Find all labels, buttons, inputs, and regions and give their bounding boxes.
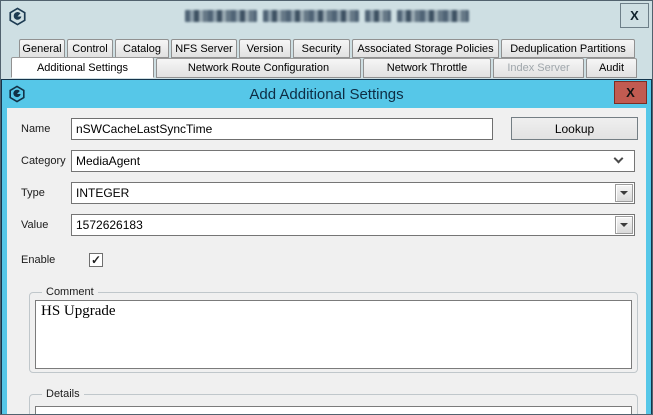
details-textarea[interactable] bbox=[35, 406, 632, 415]
enable-checkbox[interactable]: ✓ bbox=[89, 253, 103, 267]
name-row: Name Lookup bbox=[21, 117, 635, 140]
category-row: Category bbox=[21, 149, 635, 172]
category-label: Category bbox=[21, 155, 71, 167]
name-input[interactable] bbox=[71, 118, 493, 140]
chevron-down-icon[interactable] bbox=[614, 154, 624, 164]
window-title-redacted bbox=[1, 10, 652, 22]
value-combobox[interactable] bbox=[71, 214, 635, 236]
details-groupbox: Details bbox=[29, 394, 638, 415]
value-label: Value bbox=[21, 219, 71, 231]
enable-row: Enable ✓ bbox=[21, 248, 635, 271]
dialog-titlebar: Add Additional Settings X bbox=[2, 80, 651, 108]
tab-network-route-configuration[interactable]: Network Route Configuration bbox=[156, 58, 361, 78]
tab-index-server: Index Server bbox=[493, 58, 584, 78]
tab-security[interactable]: Security bbox=[293, 39, 350, 58]
name-label: Name bbox=[21, 123, 71, 135]
comment-label: Comment bbox=[42, 286, 98, 298]
mediaagent-properties-window: X General Control Catalog NFS Server Ver… bbox=[0, 0, 653, 415]
dialog-title: Add Additional Settings bbox=[2, 86, 651, 103]
window-close-button[interactable]: X bbox=[620, 3, 649, 28]
type-value[interactable] bbox=[72, 183, 615, 203]
tab-version[interactable]: Version bbox=[239, 39, 291, 58]
type-row: Type bbox=[21, 181, 635, 204]
dropdown-arrow-icon bbox=[620, 223, 628, 227]
tab-deduplication-partitions[interactable]: Deduplication Partitions bbox=[501, 39, 635, 58]
dialog-close-button[interactable]: X bbox=[614, 81, 647, 104]
dialog-body: Name Lookup Category Type bbox=[7, 108, 646, 415]
tab-network-throttle[interactable]: Network Throttle bbox=[363, 58, 491, 78]
add-additional-settings-dialog: Add Additional Settings X Name Lookup Ca… bbox=[1, 79, 652, 415]
window-titlebar: X bbox=[1, 1, 652, 31]
check-icon: ✓ bbox=[91, 254, 101, 266]
type-label: Type bbox=[21, 187, 71, 199]
properties-tab-control: General Control Catalog NFS Server Versi… bbox=[1, 39, 652, 78]
tab-associated-storage-policies[interactable]: Associated Storage Policies bbox=[352, 39, 499, 58]
tab-catalog[interactable]: Catalog bbox=[115, 39, 169, 58]
tab-general[interactable]: General bbox=[19, 39, 65, 58]
enable-label: Enable bbox=[21, 254, 71, 266]
type-combobox[interactable] bbox=[71, 182, 635, 204]
tab-control[interactable]: Control bbox=[67, 39, 113, 58]
tab-row-2: Additional Settings Network Route Config… bbox=[11, 58, 652, 78]
dropdown-arrow-icon bbox=[620, 191, 628, 195]
details-label: Details bbox=[42, 388, 84, 400]
lookup-button[interactable]: Lookup bbox=[511, 117, 638, 140]
value-dropdown-button[interactable] bbox=[615, 216, 633, 234]
comment-groupbox: Comment HS Upgrade bbox=[29, 292, 638, 373]
category-dropdown[interactable] bbox=[71, 150, 635, 172]
category-value[interactable] bbox=[72, 151, 615, 171]
comment-textarea[interactable]: HS Upgrade bbox=[35, 300, 632, 369]
value-row: Value bbox=[21, 213, 635, 236]
tab-row-1: General Control Catalog NFS Server Versi… bbox=[19, 39, 652, 58]
tab-nfs-server[interactable]: NFS Server bbox=[171, 39, 237, 58]
type-dropdown-button[interactable] bbox=[615, 184, 633, 202]
tab-additional-settings[interactable]: Additional Settings bbox=[11, 57, 154, 78]
value-input[interactable] bbox=[72, 215, 615, 235]
tab-audit[interactable]: Audit bbox=[586, 58, 637, 78]
